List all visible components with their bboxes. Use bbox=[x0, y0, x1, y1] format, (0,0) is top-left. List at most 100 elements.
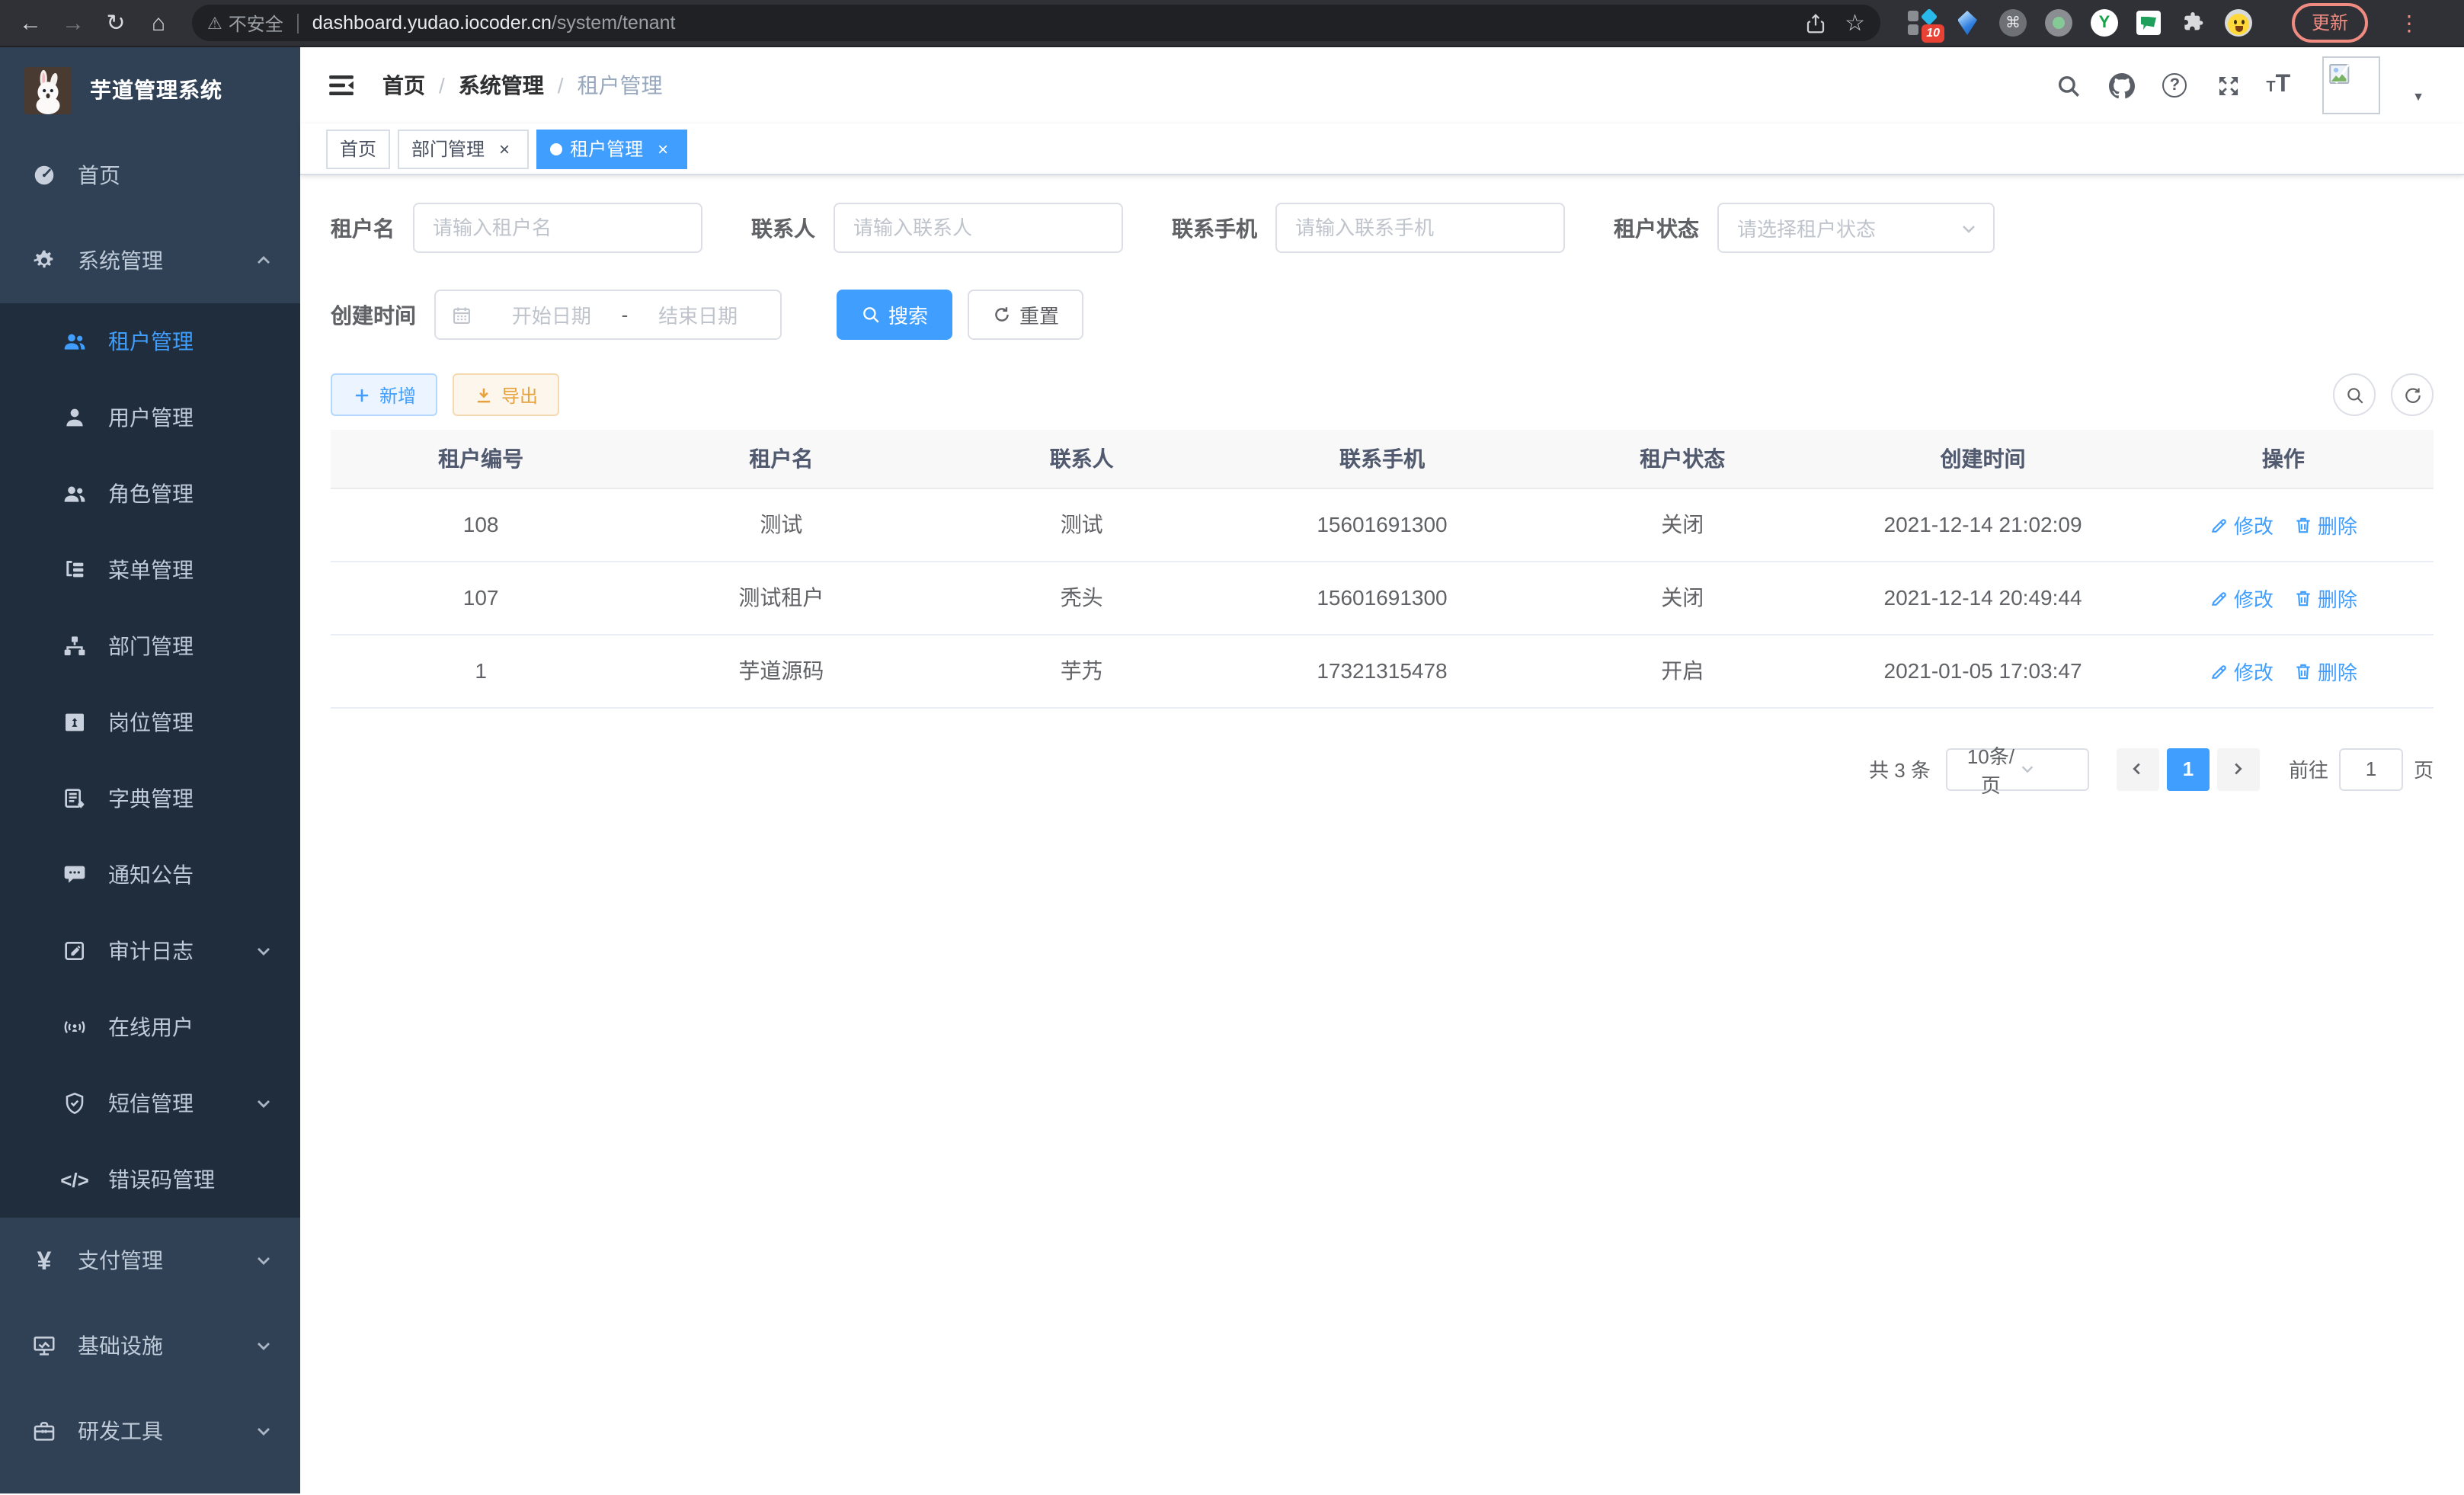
sidebar-item-tenant[interactable]: 租户管理 bbox=[0, 303, 300, 379]
goto-page-input[interactable] bbox=[2339, 748, 2403, 790]
chevron-down-icon bbox=[1960, 219, 1978, 237]
sidebar-item-audit-log[interactable]: 审计日志 bbox=[0, 913, 300, 989]
address-bar[interactable]: ⚠ 不安全 dashboard.yudao.iocoder.cn/system/… bbox=[192, 5, 1880, 41]
browser-home-icon[interactable]: ⌂ bbox=[140, 5, 177, 41]
sidebar-item-home[interactable]: 首页 bbox=[0, 133, 300, 218]
sidebar-item-devtool[interactable]: 研发工具 bbox=[0, 1388, 300, 1474]
sidebar-item-errcode[interactable]: </> 错误码管理 bbox=[0, 1141, 300, 1218]
sidebar-item-dict[interactable]: 字典管理 bbox=[0, 760, 300, 837]
urlbar-divider bbox=[297, 13, 299, 33]
export-button[interactable]: 导出 bbox=[453, 373, 559, 416]
breadcrumb-separator: / bbox=[439, 73, 445, 98]
github-icon[interactable] bbox=[2106, 70, 2136, 101]
edit-link[interactable]: 修改 bbox=[2210, 583, 2274, 612]
devtools-extension-icon[interactable]: 10 bbox=[1908, 9, 1935, 37]
app-logo[interactable]: 芋道管理系统 bbox=[0, 47, 300, 133]
post-badge-icon bbox=[62, 710, 87, 735]
cell-status: 关闭 bbox=[1532, 561, 1832, 634]
date-range-picker[interactable]: 开始日期 - 结束日期 bbox=[434, 290, 782, 340]
sidebar-item-online-user[interactable]: 在线用户 bbox=[0, 989, 300, 1065]
extensions-puzzle-icon[interactable] bbox=[2179, 9, 2206, 37]
avatar[interactable] bbox=[2322, 56, 2380, 114]
yuque-extension-icon[interactable]: Y bbox=[2091, 9, 2118, 37]
column-header: 操作 bbox=[2133, 430, 2434, 488]
system-submenu: 租户管理 用户管理 角色管理 bbox=[0, 303, 300, 1218]
sidebar-item-role[interactable]: 角色管理 bbox=[0, 456, 300, 532]
cell-status: 开启 bbox=[1532, 634, 1832, 707]
prev-page-button[interactable] bbox=[2117, 748, 2159, 790]
tag-dept[interactable]: 部门管理 × bbox=[398, 129, 529, 168]
sidebar-item-menu[interactable]: 菜单管理 bbox=[0, 532, 300, 608]
browser-menu-icon[interactable]: ⋮ bbox=[2398, 10, 2420, 36]
security-label[interactable]: 不安全 bbox=[229, 10, 283, 36]
tag-label: 租户管理 bbox=[570, 136, 643, 162]
add-button[interactable]: 新增 bbox=[331, 373, 437, 416]
profile-avatar-icon[interactable] bbox=[2225, 9, 2252, 37]
breadcrumb-system[interactable]: 系统管理 bbox=[459, 70, 544, 101]
trash-icon bbox=[2293, 514, 2313, 534]
chevron-right-icon bbox=[2230, 760, 2247, 777]
next-page-button[interactable] bbox=[2217, 748, 2260, 790]
chat-extension-icon[interactable] bbox=[2136, 11, 2161, 35]
sidebar-item-notice[interactable]: 通知公告 bbox=[0, 837, 300, 913]
tag-home[interactable]: 首页 bbox=[326, 129, 390, 168]
font-size-icon[interactable]: TT bbox=[2266, 75, 2290, 97]
chrome-update-button[interactable]: 更新 bbox=[2292, 3, 2368, 43]
hamburger-icon[interactable] bbox=[326, 70, 357, 101]
fullscreen-icon[interactable] bbox=[2213, 70, 2243, 101]
status-select[interactable]: 请选择租户状态 bbox=[1717, 203, 1995, 253]
balloon-extension-icon[interactable] bbox=[1954, 9, 1981, 37]
show-search-toggle-button[interactable] bbox=[2333, 373, 2376, 416]
tag-tenant[interactable]: 租户管理 × bbox=[536, 129, 687, 168]
page-number-1[interactable]: 1 bbox=[2167, 748, 2210, 790]
tag-close-icon[interactable]: × bbox=[652, 138, 674, 159]
phone-input[interactable] bbox=[1275, 203, 1565, 253]
url-host: dashboard.yudao.iocoder.cn bbox=[312, 12, 552, 34]
cell-contact: 秃头 bbox=[932, 561, 1232, 634]
refresh-icon bbox=[992, 305, 1012, 325]
header-search-icon[interactable] bbox=[2053, 70, 2083, 101]
cell-tenant-name: 测试 bbox=[631, 488, 931, 561]
refresh-table-button[interactable] bbox=[2391, 373, 2434, 416]
recorder-extension-icon[interactable] bbox=[2045, 9, 2072, 37]
sidebar-item-infra[interactable]: 基础设施 bbox=[0, 1303, 300, 1388]
cell-created: 2021-12-14 20:49:44 bbox=[1832, 561, 2133, 634]
delete-link[interactable]: 删除 bbox=[2293, 656, 2357, 685]
column-header: 租户状态 bbox=[1532, 430, 1832, 488]
delete-link[interactable]: 删除 bbox=[2293, 583, 2357, 612]
column-header: 联系人 bbox=[932, 430, 1232, 488]
share-icon[interactable] bbox=[1803, 11, 1826, 34]
command-extension-icon[interactable]: ⌘ bbox=[1999, 9, 2027, 37]
sidebar-item-user[interactable]: 用户管理 bbox=[0, 379, 300, 456]
search-button[interactable]: 搜索 bbox=[837, 290, 952, 340]
sidebar-item-label: 角色管理 bbox=[108, 479, 194, 509]
edit-link[interactable]: 修改 bbox=[2210, 656, 2274, 685]
sidebar-item-sms[interactable]: 短信管理 bbox=[0, 1065, 300, 1141]
sidebar-item-dept[interactable]: 部门管理 bbox=[0, 608, 300, 684]
sidebar-item-pay[interactable]: ¥ 支付管理 bbox=[0, 1218, 300, 1303]
breadcrumb-home[interactable]: 首页 bbox=[382, 70, 425, 101]
reset-button[interactable]: 重置 bbox=[968, 290, 1083, 340]
sidebar-item-system[interactable]: 系统管理 bbox=[0, 218, 300, 303]
bookmark-star-icon[interactable]: ☆ bbox=[1845, 9, 1865, 37]
cell-tenant-id: 1 bbox=[331, 634, 631, 707]
sidebar-item-label: 支付管理 bbox=[78, 1245, 163, 1276]
page-size-select[interactable]: 10条/页 bbox=[1946, 748, 2089, 790]
tag-close-icon[interactable]: × bbox=[494, 138, 515, 159]
help-icon[interactable]: ? bbox=[2159, 70, 2190, 101]
avatar-caret-icon[interactable]: ▼ bbox=[2412, 89, 2424, 103]
browser-toolbar: ← → ↻ ⌂ ⚠ 不安全 dashboard.yudao.iocoder.cn… bbox=[0, 0, 2464, 47]
delete-link[interactable]: 删除 bbox=[2293, 510, 2357, 539]
tenant-name-input[interactable] bbox=[413, 203, 702, 253]
cell-contact: 芋艿 bbox=[932, 634, 1232, 707]
not-secure-warning-icon: ⚠ bbox=[207, 13, 222, 33]
code-icon: </> bbox=[62, 1167, 87, 1192]
cell-tenant-name: 测试租户 bbox=[631, 561, 931, 634]
contact-input[interactable] bbox=[834, 203, 1123, 253]
edit-link[interactable]: 修改 bbox=[2210, 510, 2274, 539]
edit-pen-icon bbox=[2210, 661, 2229, 680]
browser-reload-icon[interactable]: ↻ bbox=[98, 5, 134, 41]
browser-forward-icon[interactable]: → bbox=[55, 5, 91, 41]
sidebar-item-post[interactable]: 岗位管理 bbox=[0, 684, 300, 760]
browser-back-icon[interactable]: ← bbox=[12, 5, 49, 41]
